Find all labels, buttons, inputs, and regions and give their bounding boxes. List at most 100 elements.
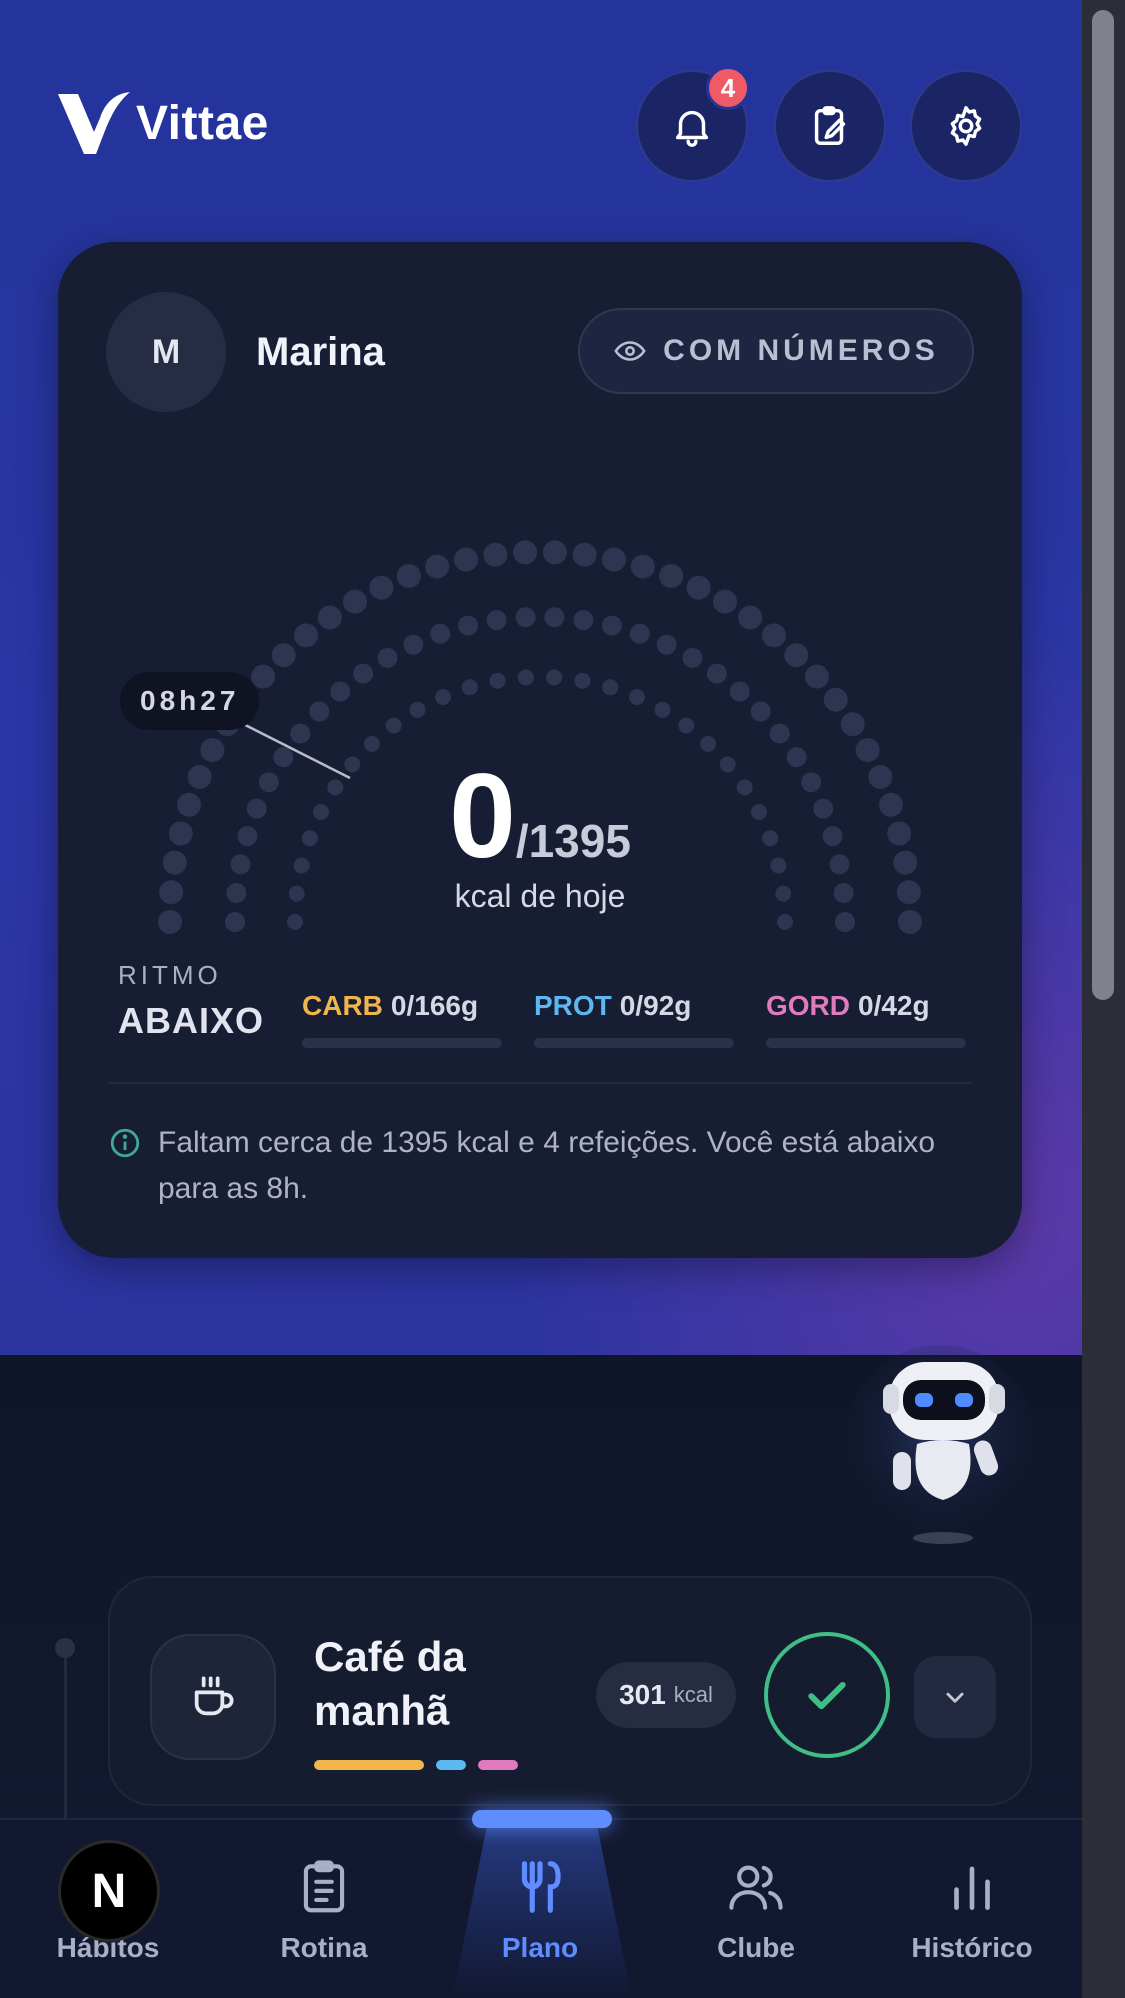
dial-dot-ring-0 (659, 564, 684, 588)
clipboard-edit-icon (814, 106, 846, 145)
dial-dot-ring-1 (682, 647, 703, 668)
bottom-nav: Hábitos Rotina Plano Clube Histórico (0, 1810, 1082, 1998)
calorie-readout: 0/1395 (58, 747, 1022, 885)
dial-dot-ring-0 (317, 605, 342, 630)
nav-label-rotina: Rotina (280, 1932, 368, 1963)
view-mode-toggle[interactable]: COM NÚMEROS (578, 308, 974, 394)
macro-prot-bar (534, 1038, 734, 1048)
dial-dot-ring-1 (629, 623, 650, 644)
dial-dot-ring-2 (287, 914, 303, 930)
dial-dot-ring-1 (353, 663, 374, 684)
avatar[interactable]: M (106, 292, 226, 412)
dial-dot-ring-0 (572, 542, 597, 567)
chevron-down-icon (946, 1692, 964, 1703)
dial-dot-ring-2 (602, 679, 619, 696)
dial-dot-ring-2 (654, 701, 671, 718)
dial-dot-ring-1 (769, 723, 790, 744)
card-divider (108, 1082, 972, 1084)
user-name: Marina (256, 330, 385, 374)
dial-dot-ring-2 (517, 669, 534, 686)
nav-label-historico: Histórico (911, 1932, 1033, 1963)
nav-item-historico[interactable]: Histórico (864, 1820, 1080, 1998)
macro-gord-bar (766, 1038, 966, 1048)
ritmo-value: ABAIXO (118, 1000, 265, 1041)
macro-prot-value: 0/92g (619, 990, 692, 1021)
timeline-line (64, 1640, 67, 1820)
dial-dot-ring-0 (738, 605, 763, 630)
edit-plan-button[interactable] (774, 70, 886, 182)
dial-dot-ring-1 (458, 615, 479, 636)
dial-dot-ring-1 (750, 701, 771, 722)
dial-dot-ring-0 (823, 687, 848, 712)
dial-dot-ring-0 (271, 643, 296, 668)
dial-dot-ring-1 (290, 723, 311, 744)
dial-dot-ring-0 (294, 623, 318, 648)
dial-dot-ring-2 (546, 669, 563, 686)
dial-dot-ring-1 (430, 623, 451, 644)
app-name: Vittae (136, 96, 269, 150)
dial-dot-ring-2 (489, 672, 506, 689)
macro-carb-bar (302, 1038, 502, 1048)
dial-dot-ring-1 (330, 681, 351, 702)
dial-dot-ring-0 (454, 547, 478, 572)
fork-knife-icon (521, 1861, 561, 1913)
bell-icon (675, 110, 709, 147)
dial-dot-ring-2 (678, 717, 695, 734)
meal-card-breakfast[interactable]: Café da manhã 301 kcal (108, 1576, 1032, 1806)
nav-label-clube: Clube (717, 1932, 795, 1963)
coffee-cup-icon (194, 1676, 234, 1716)
meal-complete-button[interactable] (764, 1632, 890, 1758)
settings-button[interactable] (910, 70, 1022, 182)
timeline-dot (55, 1638, 75, 1658)
dial-dot-ring-1 (377, 647, 398, 668)
dev-tools-badge[interactable]: N (58, 1840, 160, 1942)
dial-dot-ring-1 (486, 610, 507, 631)
pace-note: Faltam cerca de 1395 kcal e 4 refeições.… (108, 1120, 968, 1212)
logo-mark-icon (58, 92, 130, 154)
dial-dot-ring-1 (544, 607, 565, 628)
nav-item-clube[interactable]: Clube (648, 1820, 864, 1998)
dial-dot-ring-1 (706, 663, 727, 684)
check-icon (808, 1681, 846, 1710)
meal-kcal-value: 301 (619, 1679, 666, 1710)
clipboard-list-icon (303, 1860, 345, 1913)
nav-label-plano: Plano (501, 1932, 579, 1963)
view-mode-label: COM NÚMEROS (663, 334, 939, 367)
dial-dot-ring-2 (385, 717, 402, 734)
macro-gord: GORD 0/42g (766, 990, 966, 1048)
notification-count-badge: 4 (706, 66, 750, 110)
macro-gord-name: GORD (766, 990, 850, 1021)
dial-dot-ring-1 (573, 610, 594, 631)
meal-expand-button[interactable] (914, 1656, 996, 1738)
dial-dot-ring-0 (396, 564, 421, 588)
dial-dot-ring-2 (574, 672, 591, 689)
scrollbar[interactable] (1082, 0, 1125, 1998)
ritmo-label: RITMO (118, 960, 222, 990)
dial-dot-ring-1 (515, 607, 536, 628)
dial-dot-ring-0 (602, 547, 626, 572)
assistant-robot-icon[interactable] (845, 1340, 1035, 1550)
nav-item-plano[interactable]: Plano (432, 1820, 648, 1998)
dial-dot-ring-1 (601, 615, 622, 636)
macro-prot: PROT 0/92g (534, 990, 734, 1048)
meal-kcal-unit: kcal (673, 1682, 713, 1707)
scrollbar-thumb[interactable] (1092, 10, 1114, 1000)
dial-dot-ring-2 (435, 689, 451, 705)
dial-dot-ring-1 (656, 634, 677, 655)
meal-gord-bar (478, 1760, 518, 1770)
dial-dot-ring-2 (629, 689, 645, 705)
meal-prot-bar (436, 1760, 466, 1770)
notifications-button[interactable]: 4 (636, 66, 750, 182)
dial-dot-ring-0 (513, 540, 538, 565)
dial-dot-ring-1 (729, 681, 750, 702)
dial-dot-ring-0 (686, 575, 711, 600)
dial-dot-ring-0 (713, 589, 737, 614)
dial-dot-ring-0 (343, 589, 367, 614)
macro-gord-value: 0/42g (858, 990, 930, 1021)
meal-kcal-pill: 301 kcal (596, 1662, 736, 1728)
dial-dot-ring-1 (309, 701, 330, 722)
nav-item-rotina[interactable]: Rotina (216, 1820, 432, 1998)
macro-prot-name: PROT (534, 990, 612, 1021)
calories-unit-label: kcal de hoje (454, 878, 626, 914)
meal-carb-bar (314, 1760, 424, 1770)
